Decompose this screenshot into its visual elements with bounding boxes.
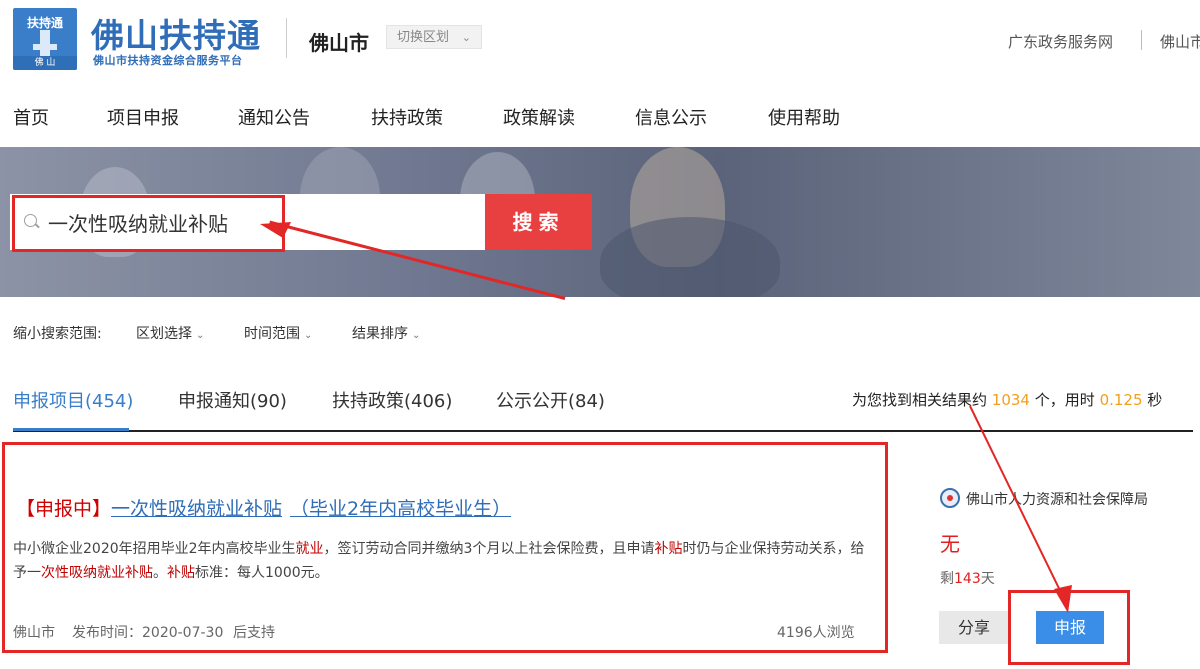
result-name-link[interactable]: 一次性吸纳就业补贴 xyxy=(111,498,282,520)
desc-text: 。 xyxy=(153,565,167,581)
logo-base-label: 佛 山 xyxy=(13,56,77,70)
result-count: 1034 xyxy=(991,391,1030,409)
result-views: 4196人浏览 xyxy=(777,625,855,641)
brand-title[interactable]: 佛山扶持通 xyxy=(91,9,261,57)
filter-sort[interactable]: 结果排序 ⌄ xyxy=(352,323,420,343)
nav-help[interactable]: 使用帮助 xyxy=(768,104,840,130)
desc-text: 中小微企业2020年招用毕业2年内高校毕业生 xyxy=(13,541,296,557)
gd-gov-service-link[interactable]: 广东政务服务网 xyxy=(1008,31,1113,52)
chevron-down-icon: ⌄ xyxy=(461,31,471,44)
annotation-arrow-head-icon xyxy=(1054,585,1072,613)
funding-amount: 无 xyxy=(940,532,960,556)
logo-roof-icon xyxy=(33,44,57,50)
annotation-arrow-head-icon xyxy=(260,222,291,238)
summary-suffix: 秒 xyxy=(1147,391,1163,409)
tab-projects[interactable]: 申报项目(454) xyxy=(13,387,133,413)
brand-subtitle: 佛山市扶持资金综合服务平台 xyxy=(93,54,243,67)
tab-notices[interactable]: 申报通知(90) xyxy=(178,387,287,413)
tab-public[interactable]: 公示公开(84) xyxy=(496,387,605,413)
banner-photo-person xyxy=(600,217,780,297)
nav-policies[interactable]: 扶持政策 xyxy=(371,104,443,130)
result-description: 中小微企业2020年招用毕业2年内高校毕业生就业，签订劳动合同并缴纳3个月以上社… xyxy=(13,537,873,585)
header-divider xyxy=(286,18,287,58)
nav-policy-interpretation[interactable]: 政策解读 xyxy=(503,104,575,130)
annotation-box-search xyxy=(12,195,285,252)
filter-sort-label: 结果排序 xyxy=(352,326,408,342)
filter-time-range[interactable]: 时间范围 ⌄ xyxy=(244,323,312,343)
publish-label: 发布时间： xyxy=(72,625,142,641)
desc-keyword: 补贴 xyxy=(654,541,683,557)
top-link-divider xyxy=(1141,30,1142,50)
desc-keyword: 补贴 xyxy=(167,565,195,581)
result-status: 【申报中】 xyxy=(16,498,112,520)
department-emblem-icon xyxy=(940,488,960,508)
result-region: 佛山市 xyxy=(13,625,55,641)
result-publish-time: 发布时间：2020-07-30 xyxy=(72,622,223,642)
nav-info-disclosure[interactable]: 信息公示 xyxy=(635,104,707,130)
filter-label: 缩小搜索范围: xyxy=(13,326,102,342)
summary-mid: 个，用时 xyxy=(1034,391,1095,409)
filter-region-label: 区划选择 xyxy=(136,326,192,342)
foshan-link[interactable]: 佛山市 xyxy=(1160,31,1200,52)
summary-prefix: 为您找到相关结果约 xyxy=(852,391,988,409)
result-title[interactable]: 【申报中】一次性吸纳就业补贴 （毕业2年内高校毕业生） xyxy=(16,494,511,521)
chevron-down-icon: ⌄ xyxy=(196,330,205,341)
site-logo[interactable]: 扶持通 佛 山 xyxy=(13,8,77,70)
tabs-divider xyxy=(13,430,1193,432)
desc-keyword: 就业 xyxy=(295,541,324,557)
days-number: 143 xyxy=(954,571,981,587)
result-support-type: 后支持 xyxy=(233,625,275,641)
desc-text: ，签订劳动合同并缴纳3个月以上社会保险费，且申请 xyxy=(323,541,655,557)
nav-home[interactable]: 首页 xyxy=(13,104,49,130)
filter-region[interactable]: 区划选择 ⌄ xyxy=(136,323,204,343)
current-city: 佛山市 xyxy=(309,31,369,55)
result-scope[interactable]: （毕业2年内高校毕业生） xyxy=(290,498,511,520)
nav-project-apply[interactable]: 项目申报 xyxy=(107,104,179,130)
filter-time-label: 时间范围 xyxy=(244,326,300,342)
publish-date: 2020-07-30 xyxy=(142,625,224,641)
result-summary: 为您找到相关结果约 1034 个，用时 0.125 秒 xyxy=(852,389,1162,410)
search-button[interactable]: 搜索 xyxy=(485,194,592,250)
tab-active-indicator xyxy=(13,428,129,431)
result-time: 0.125 xyxy=(1099,391,1143,409)
chevron-down-icon: ⌄ xyxy=(412,330,421,341)
days-prefix: 剩 xyxy=(940,571,954,587)
days-suffix: 天 xyxy=(980,571,995,587)
nav-notices[interactable]: 通知公告 xyxy=(238,104,310,130)
chevron-down-icon: ⌄ xyxy=(304,330,313,341)
tab-policies[interactable]: 扶持政策(406) xyxy=(332,387,452,413)
desc-keyword: 次性吸纳就业补贴 xyxy=(41,565,153,581)
days-remaining: 剩143天 xyxy=(940,568,995,588)
department-name: 佛山市人力资源和社会保障局 xyxy=(966,492,1148,508)
desc-text: 标准：每人1000元。 xyxy=(195,565,329,581)
switch-region-label: 切换区划 xyxy=(397,30,450,45)
logo-caption: 扶持通 xyxy=(26,16,63,30)
share-button[interactable]: 分享 xyxy=(939,611,1009,644)
switch-region-button[interactable]: 切换区划 ⌄ xyxy=(386,25,482,49)
logo-tower-icon xyxy=(40,30,50,56)
